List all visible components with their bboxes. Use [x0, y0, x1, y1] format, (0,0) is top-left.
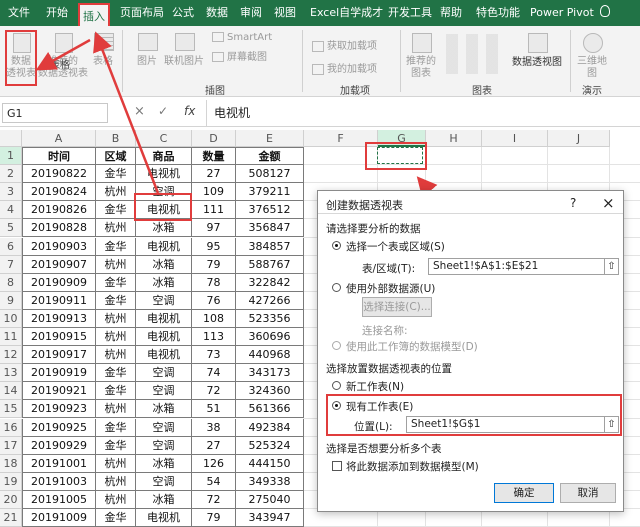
radio-existing-sheet-label: 现有工作表(E) — [346, 401, 414, 413]
add-to-model-label: 将此数据添加到数据模型(M) — [346, 461, 479, 473]
collapse-location-icon[interactable]: ⇧ — [604, 416, 619, 433]
arrow-to-pivot-button — [35, 38, 91, 71]
range-label: 表/区域(T): — [362, 263, 416, 275]
section-select-data: 请选择要分析的数据 — [326, 223, 421, 235]
radio-data-model[interactable] — [332, 341, 341, 350]
collapse-range-icon[interactable]: ⇧ — [604, 258, 619, 275]
add-to-model-checkbox[interactable] — [332, 461, 342, 471]
location-input[interactable]: Sheet1!$G$1 — [406, 416, 606, 433]
create-pivot-dialog: 创建数据透视表 ? × 请选择要分析的数据 选择一个表或区域(S) 表/区域(T… — [317, 190, 624, 512]
arrow-to-insert-tab — [93, 31, 160, 194]
help-icon[interactable]: ? — [570, 196, 576, 210]
range-input[interactable]: Sheet1!$A$1:$E$21 — [428, 258, 606, 275]
radio-new-sheet[interactable] — [332, 381, 341, 390]
cancel-button[interactable]: 取消 — [560, 483, 616, 503]
radio-new-sheet-label: 新工作表(N) — [346, 381, 405, 393]
radio-external-source[interactable] — [332, 283, 341, 292]
choose-connection-button[interactable]: 选择连接(C)... — [362, 297, 432, 317]
dialog-title: 创建数据透视表 — [326, 199, 403, 212]
section-placement: 选择放置数据透视表的位置 — [326, 363, 452, 375]
dialog-title-divider — [318, 213, 623, 214]
radio-select-table[interactable] — [332, 241, 341, 250]
location-label: 位置(L): — [354, 421, 393, 433]
close-icon[interactable]: × — [602, 194, 615, 212]
section-multiple-tables: 选择是否想要分析多个表 — [326, 443, 442, 455]
ok-button[interactable]: 确定 — [494, 483, 554, 503]
radio-data-model-label: 使用此工作簿的数据模型(D) — [346, 341, 478, 353]
radio-external-label: 使用外部数据源(U) — [346, 283, 436, 295]
radio-select-table-label: 选择一个表或区域(S) — [346, 241, 445, 253]
connection-name-label: 连接名称: — [362, 325, 408, 337]
radio-existing-sheet[interactable] — [332, 401, 341, 410]
